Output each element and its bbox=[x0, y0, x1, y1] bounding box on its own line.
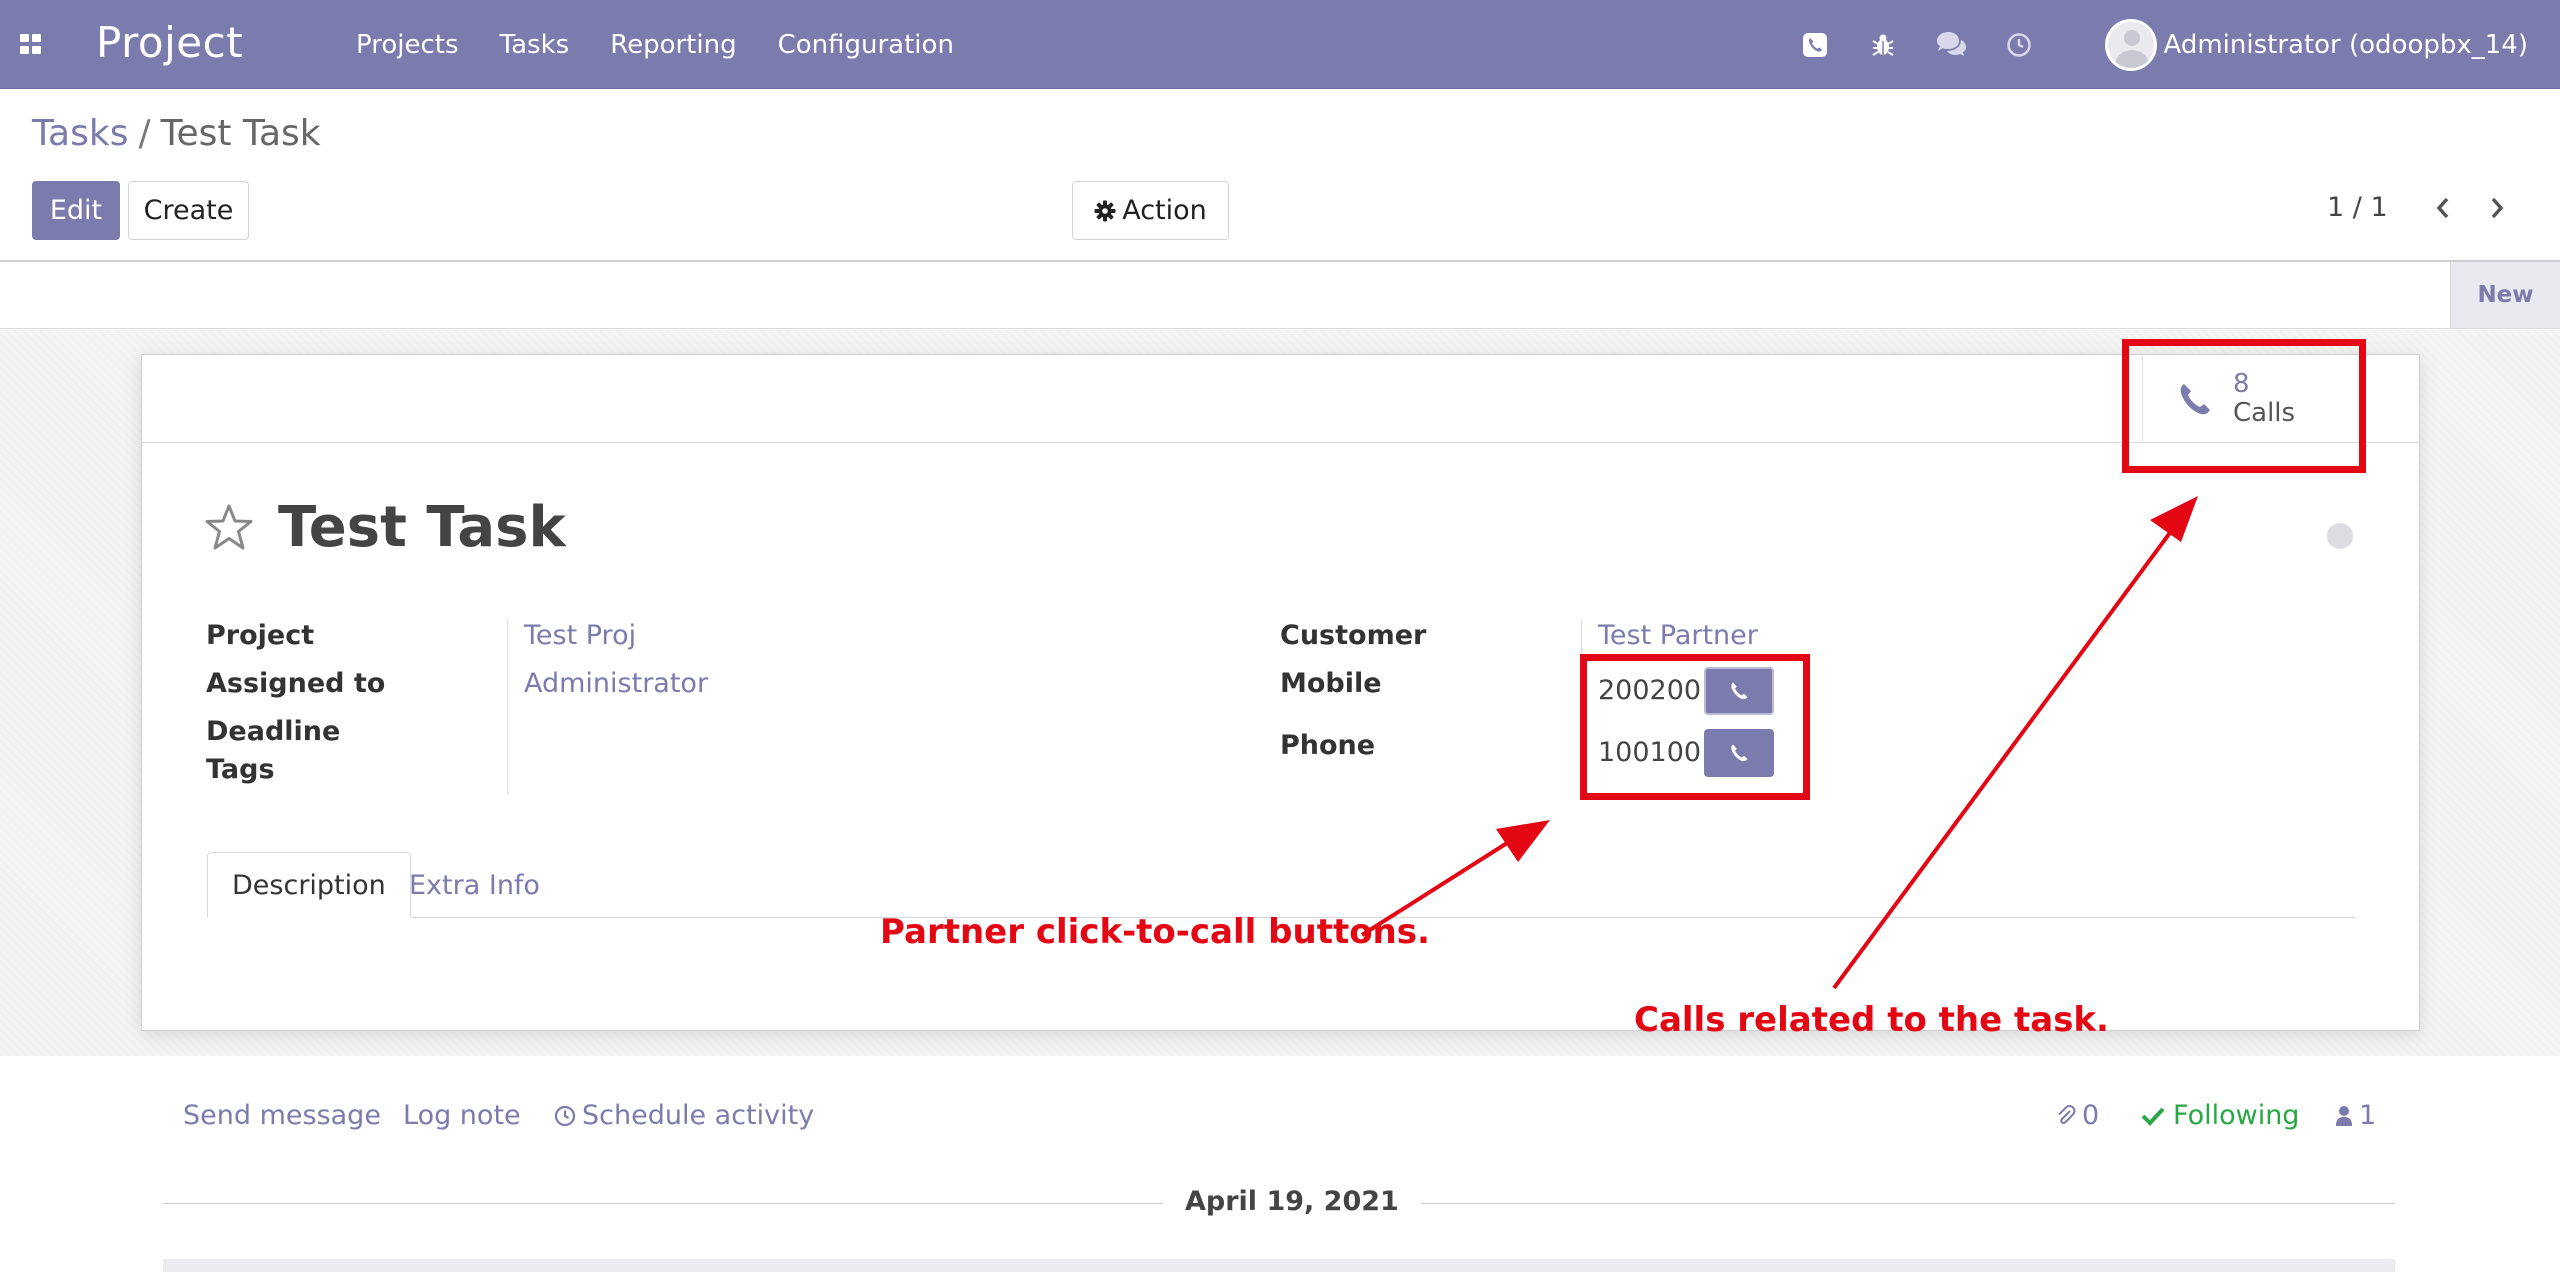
main-menu: Projects Tasks Reporting Configuration bbox=[356, 0, 954, 89]
notebook-tabs: Description Extra Info bbox=[207, 852, 2355, 918]
gear-icon bbox=[1094, 200, 1116, 221]
breadcrumb-current: Test Task bbox=[160, 113, 321, 154]
tags-label: Tags bbox=[206, 754, 275, 785]
systray: Administrator (odoopbx_14) bbox=[1797, 0, 2560, 89]
star-icon[interactable] bbox=[204, 503, 254, 551]
chat-icon[interactable] bbox=[1933, 27, 1969, 63]
customer-label: Customer bbox=[1280, 620, 1427, 651]
menu-configuration[interactable]: Configuration bbox=[778, 30, 954, 60]
clock-icon[interactable] bbox=[2001, 27, 2037, 63]
customer-value[interactable]: Test Partner bbox=[1598, 620, 1758, 651]
phone-label: Phone bbox=[1280, 730, 1376, 761]
check-icon bbox=[2141, 1107, 2165, 1126]
field-separator bbox=[507, 620, 508, 794]
pager-previous-button[interactable] bbox=[2428, 190, 2458, 226]
phone-icon[interactable] bbox=[1797, 27, 1833, 63]
statusbar: New bbox=[0, 262, 2560, 329]
edit-button[interactable]: Edit bbox=[32, 181, 120, 240]
bug-icon[interactable] bbox=[1865, 27, 1901, 63]
avatar bbox=[2104, 18, 2157, 71]
menu-tasks[interactable]: Tasks bbox=[500, 30, 570, 60]
annotation-click-to-call: Partner click-to-call buttons. bbox=[880, 912, 1430, 952]
user-name: Administrator (odoopbx_14) bbox=[2163, 29, 2529, 60]
user-icon bbox=[2336, 1105, 2352, 1126]
send-message-button[interactable]: Send message bbox=[183, 1100, 381, 1131]
pager-next-button[interactable] bbox=[2482, 190, 2512, 226]
menu-reporting[interactable]: Reporting bbox=[610, 30, 736, 60]
assigned-to-value[interactable]: Administrator bbox=[524, 668, 708, 699]
pager-value[interactable]: 1 / 1 bbox=[2327, 192, 2388, 223]
clock-icon bbox=[554, 1105, 576, 1126]
top-navbar: Project Projects Tasks Reporting Configu… bbox=[0, 0, 2560, 89]
project-value[interactable]: Test Proj bbox=[524, 620, 636, 651]
breadcrumb-separator: / bbox=[138, 113, 151, 154]
user-menu[interactable]: Administrator (odoopbx_14) bbox=[2104, 18, 2529, 71]
action-button[interactable]: Action bbox=[1072, 181, 1229, 240]
mobile-label: Mobile bbox=[1280, 668, 1382, 699]
create-button[interactable]: Create bbox=[128, 181, 249, 240]
log-note-button[interactable]: Log note bbox=[403, 1100, 521, 1131]
followers-count: 1 bbox=[2359, 1100, 2377, 1131]
deadline-label: Deadline bbox=[206, 716, 341, 747]
assigned-to-label: Assigned to bbox=[206, 668, 386, 699]
call-buttons-highlight-box bbox=[1580, 654, 1810, 800]
schedule-activity-button[interactable]: Schedule activity bbox=[554, 1100, 814, 1131]
apps-menu-icon[interactable] bbox=[20, 34, 42, 54]
breadcrumb: Tasks / Test Task bbox=[32, 113, 321, 154]
breadcrumb-tasks[interactable]: Tasks bbox=[32, 113, 128, 154]
annotation-calls-related: Calls related to the task. bbox=[1634, 1000, 2109, 1040]
app-name[interactable]: Project bbox=[96, 18, 243, 67]
followers-button[interactable]: 1 bbox=[2335, 1100, 2376, 1131]
attachments-button[interactable]: 0 bbox=[2056, 1100, 2099, 1131]
paperclip-icon bbox=[2058, 1104, 2076, 1124]
message-preview bbox=[163, 1259, 2395, 1272]
attachments-count: 0 bbox=[2082, 1100, 2100, 1131]
menu-projects[interactable]: Projects bbox=[356, 30, 459, 60]
chevron-right-icon bbox=[2491, 197, 2504, 219]
following-button[interactable]: Following bbox=[2141, 1100, 2299, 1131]
kanban-state-indicator[interactable] bbox=[2327, 523, 2353, 549]
schedule-activity-label: Schedule activity bbox=[582, 1100, 815, 1131]
following-label: Following bbox=[2173, 1100, 2300, 1131]
chatter bbox=[0, 1057, 2560, 1272]
project-label: Project bbox=[206, 620, 315, 651]
tab-extra-info[interactable]: Extra Info bbox=[385, 852, 564, 918]
date-separator-label: April 19, 2021 bbox=[1163, 1186, 1421, 1217]
stage-new[interactable]: New bbox=[2450, 262, 2560, 328]
chevron-left-icon bbox=[2436, 197, 2449, 219]
tab-description[interactable]: Description bbox=[207, 852, 411, 918]
action-label: Action bbox=[1122, 195, 1207, 226]
calls-highlight-box bbox=[2122, 339, 2366, 473]
task-title: Test Task bbox=[278, 495, 566, 560]
button-box: 8 Calls bbox=[142, 355, 2419, 443]
